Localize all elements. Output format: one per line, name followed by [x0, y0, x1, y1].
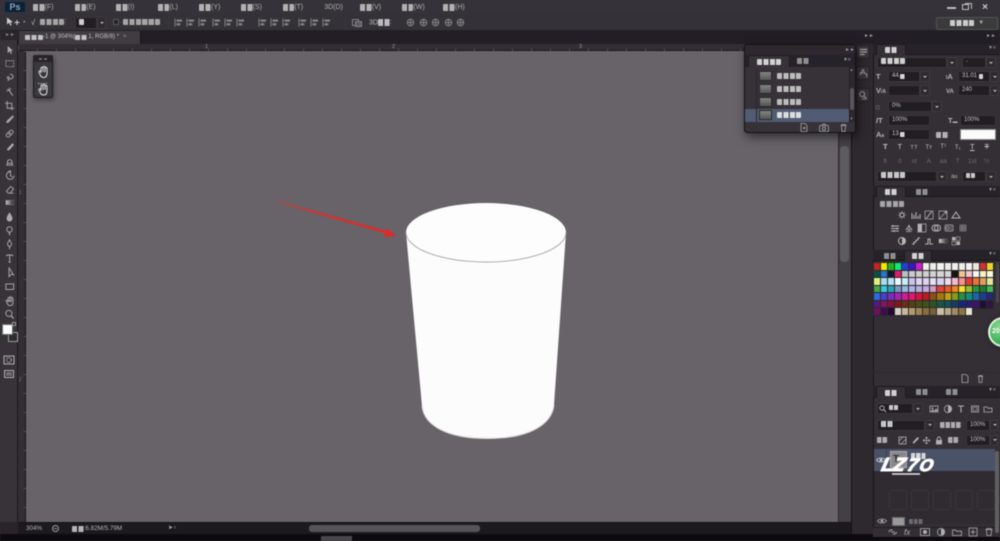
svg-text:LZ: LZ [879, 455, 909, 476]
svg-text:O: O [918, 455, 937, 475]
svg-text:fx: fx [904, 528, 911, 537]
